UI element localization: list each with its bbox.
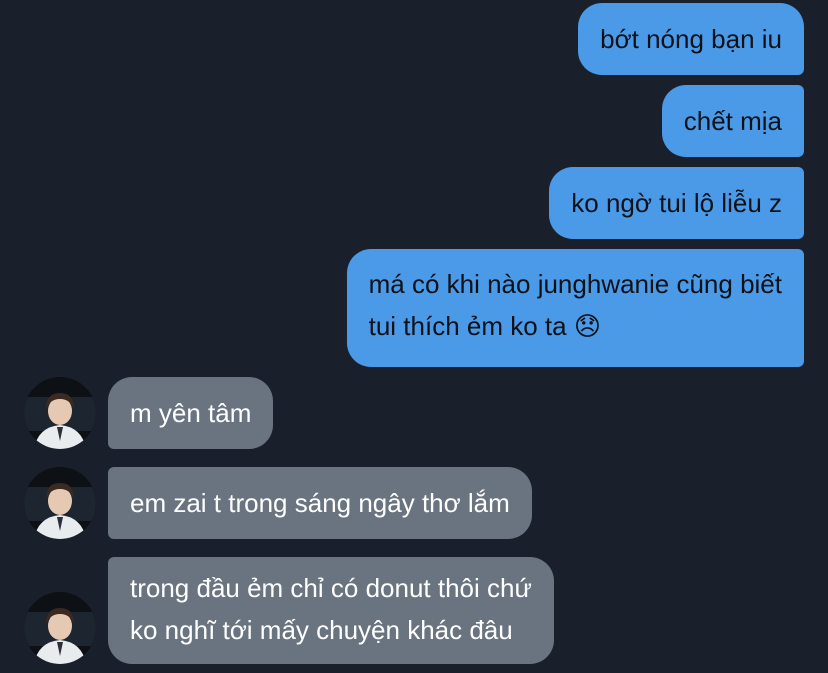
message-text: trong đầu ẻm chỉ có donut thôi chứ (130, 573, 532, 603)
incoming-message-bubble[interactable]: m yên tâm (108, 377, 274, 449)
chat-thread: bớt nóng bạn iu chết mịa ko ngờ tui lộ l… (0, 0, 828, 673)
outgoing-message-bubble[interactable]: ko ngờ tui lộ liễu z (549, 167, 804, 239)
contact-avatar[interactable] (24, 592, 96, 664)
outgoing-message-bubble[interactable]: má có khi nào junghwanie cũng biết tui t… (346, 249, 804, 367)
message-text: bớt nóng bạn iu (600, 24, 782, 54)
message-text: m yên tâm (130, 398, 252, 428)
avatar-photo-icon (24, 592, 96, 664)
message-text: má có khi nào junghwanie cũng biết (368, 269, 782, 299)
incoming-message-bubble[interactable]: trong đầu ẻm chỉ có donut thôi chứ ko ng… (108, 557, 554, 664)
avatar-photo-icon (24, 467, 96, 539)
message-text: ko nghĩ tới mấy chuyện khác đâu (130, 615, 513, 645)
outgoing-message-bubble[interactable]: bớt nóng bạn iu (578, 3, 804, 75)
contact-avatar[interactable] (24, 377, 96, 449)
message-text: chết mịa (683, 106, 782, 136)
outgoing-message-bubble[interactable]: chết mịa (661, 85, 804, 157)
message-text: em zai t trong sáng ngây thơ lắm (130, 488, 510, 518)
message-text: tui thích ẻm ko ta 😞 (368, 311, 601, 341)
avatar-photo-icon (24, 377, 96, 449)
contact-avatar[interactable] (24, 467, 96, 539)
incoming-message-bubble[interactable]: em zai t trong sáng ngây thơ lắm (108, 467, 532, 539)
message-text: ko ngờ tui lộ liễu z (571, 188, 782, 218)
